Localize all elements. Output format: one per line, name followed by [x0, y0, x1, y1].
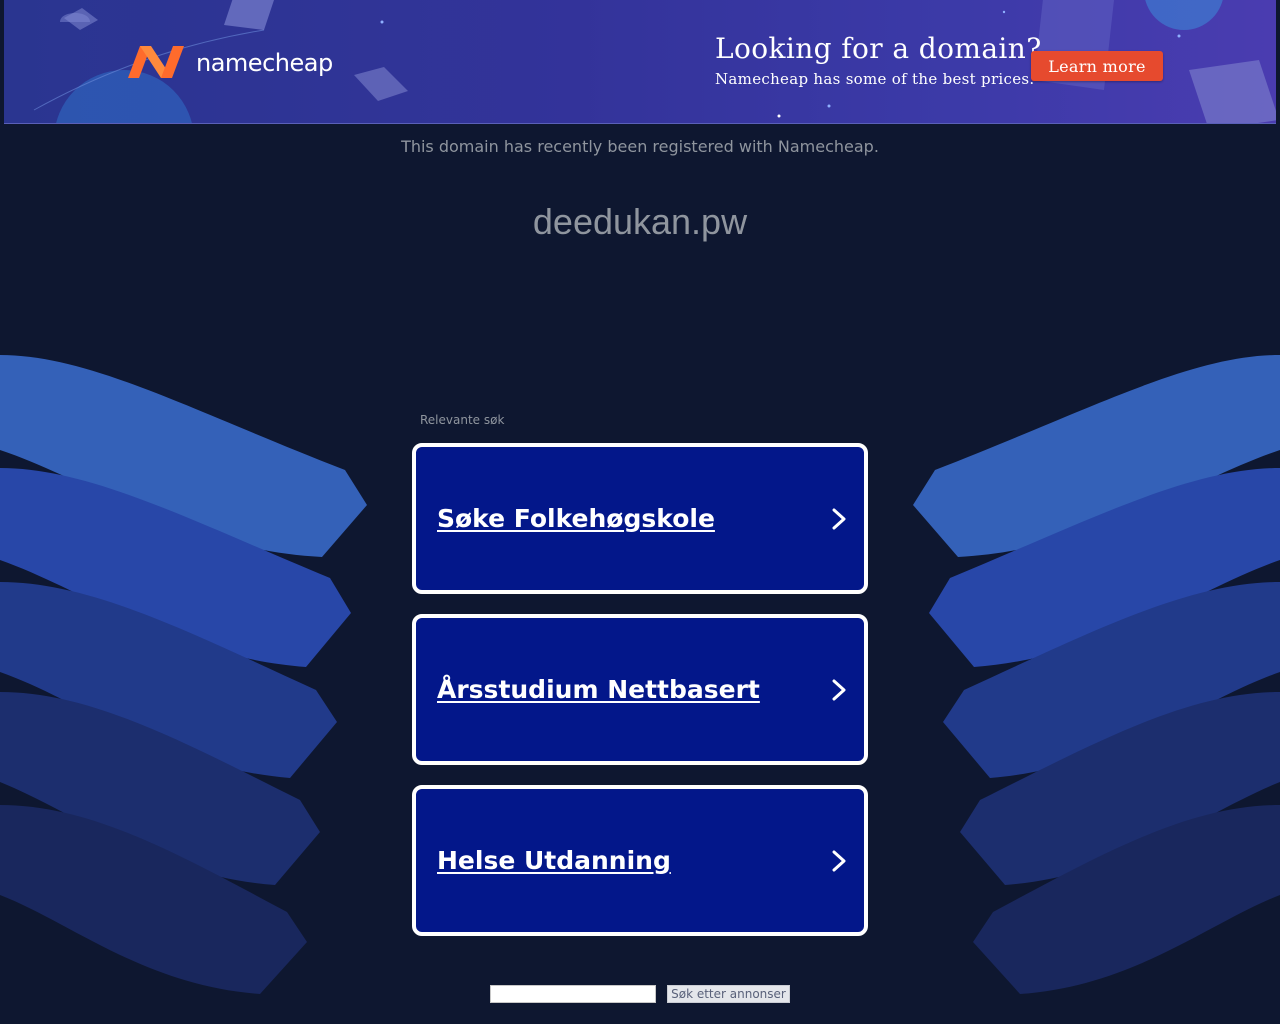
learn-more-button[interactable]: Learn more	[1031, 51, 1163, 81]
left-waves	[0, 355, 367, 994]
namecheap-ad-banner[interactable]: namecheap Looking for a domain? Namechea…	[4, 0, 1276, 124]
promo-subtitle: Namecheap has some of the best prices.	[715, 70, 1035, 88]
related-searches-label: Relevante søk	[420, 413, 505, 427]
related-search-link[interactable]: Søke Folkehøgskole	[412, 443, 868, 594]
namecheap-wordmark: namecheap	[196, 49, 333, 77]
namecheap-n-logo-icon	[128, 46, 184, 78]
chevron-right-icon	[832, 508, 846, 529]
ad-search-button[interactable]: Søk etter annonser	[667, 985, 790, 1003]
ad-search-input[interactable]	[490, 985, 656, 1003]
related-search-label: Søke Folkehøgskole	[437, 504, 715, 533]
right-waves	[913, 355, 1280, 994]
chevron-right-icon	[832, 850, 846, 871]
registered-notice: This domain has recently been registered…	[401, 137, 879, 156]
promo-title: Looking for a domain?	[715, 32, 1042, 65]
related-search-link[interactable]: Helse Utdanning	[412, 785, 868, 936]
related-search-link[interactable]: Årsstudium Nettbasert	[412, 614, 868, 765]
related-search-label: Helse Utdanning	[437, 846, 671, 875]
namecheap-logo[interactable]: namecheap	[124, 44, 333, 80]
related-search-label: Årsstudium Nettbasert	[437, 675, 760, 704]
domain-name: deedukan.pw	[532, 201, 748, 242]
chevron-right-icon	[832, 679, 846, 700]
related-searches-list: Søke Folkehøgskole Årsstudium Nettbasert…	[412, 443, 868, 936]
